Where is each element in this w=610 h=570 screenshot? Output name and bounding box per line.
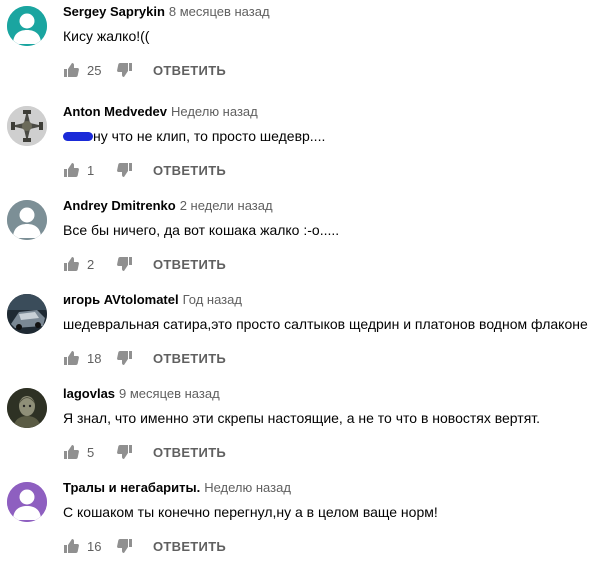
thumbs-down-icon[interactable] (117, 350, 133, 366)
comment-header: Тралы и негабариты. Неделю назад (63, 479, 291, 497)
avatar[interactable] (7, 106, 47, 146)
reply-button[interactable]: ОТВЕТИТЬ (153, 163, 226, 178)
comment-text: ну что не клип, то просто шедевр.... (93, 128, 326, 144)
thumbs-up-icon[interactable] (63, 162, 79, 178)
thumbs-down-icon[interactable] (117, 538, 133, 554)
author-name[interactable]: Anton Medvedev (63, 104, 167, 119)
like-count: 1 (87, 162, 95, 178)
comment-text: Я знал, что именно эти скрепы настоящие,… (63, 410, 541, 426)
comment-timestamp[interactable]: 2 недели назад (180, 198, 273, 213)
comment-header: Anton Medvedev Неделю назад (63, 103, 258, 121)
comment-text-wrap: ну что не клип, то просто шедевр.... (63, 126, 325, 146)
comment-actions: 16 ОТВЕТИТЬ (63, 534, 226, 558)
thumbs-up-icon[interactable] (63, 350, 79, 366)
thumbs-up-icon[interactable] (63, 538, 79, 554)
comment-actions: 25 ОТВЕТИТЬ (63, 58, 226, 82)
thumbs-down-icon[interactable] (117, 256, 133, 272)
thumbs-down-icon[interactable] (117, 162, 133, 178)
author-name[interactable]: lagovlas (63, 386, 115, 401)
author-name[interactable]: Sergey Saprykin (63, 4, 165, 19)
thumbs-down-icon[interactable] (117, 444, 133, 460)
user-silhouette-icon (7, 482, 47, 522)
author-name[interactable]: Тралы и негабариты. (63, 480, 200, 495)
redaction-mark (63, 131, 93, 141)
user-silhouette-icon (7, 200, 47, 240)
comment-timestamp[interactable]: Год назад (183, 292, 242, 307)
comment-text: Кису жалко!(( (63, 28, 150, 44)
comment-item: Тралы и негабариты. Неделю назад С кошако… (0, 476, 610, 570)
thumbs-up-icon[interactable] (63, 62, 79, 78)
comment-header: lagovlas 9 месяцев назад (63, 385, 220, 403)
comment-item: игорь AVtolomatel Год назад шедевральная … (0, 288, 610, 382)
avatar[interactable] (7, 482, 47, 522)
avatar[interactable] (7, 200, 47, 240)
reply-button[interactable]: ОТВЕТИТЬ (153, 445, 226, 460)
avatar[interactable] (7, 6, 47, 46)
comment-item: Sergey Saprykin 8 месяцев назад Кису жалк… (0, 0, 610, 94)
comment-item: Anton Medvedev Неделю назад ну что не кли… (0, 100, 610, 194)
thumbs-up-icon[interactable] (63, 444, 79, 460)
like-count: 16 (87, 538, 102, 554)
author-name[interactable]: Andrey Dmitrenko (63, 198, 176, 213)
reply-button[interactable]: ОТВЕТИТЬ (153, 63, 226, 78)
comment-header: Andrey Dmitrenko 2 недели назад (63, 197, 273, 215)
reply-button[interactable]: ОТВЕТИТЬ (153, 351, 226, 366)
like-count: 25 (87, 62, 102, 78)
comment-timestamp[interactable]: Неделю назад (171, 104, 258, 119)
avatar[interactable] (7, 388, 47, 428)
author-name[interactable]: игорь AVtolomatel (63, 292, 179, 307)
comment-actions: 2 ОТВЕТИТЬ (63, 252, 226, 276)
comment-timestamp[interactable]: 9 месяцев назад (119, 386, 220, 401)
comment-actions: 1 ОТВЕТИТЬ (63, 158, 226, 182)
like-count: 2 (87, 256, 95, 272)
comment-item: Andrey Dmitrenko 2 недели назад Все бы ни… (0, 194, 610, 288)
comment-actions: 18 ОТВЕТИТЬ (63, 346, 226, 370)
comment-text: Все бы ничего, да вот кошака жалко :-о..… (63, 222, 340, 238)
comment-header: Sergey Saprykin 8 месяцев назад (63, 3, 270, 21)
reply-button[interactable]: ОТВЕТИТЬ (153, 257, 226, 272)
comment-text: С кошаком ты конечно перегнул,ну а в цел… (63, 504, 438, 520)
character-portrait-icon (7, 388, 47, 428)
comment-actions: 5 ОТВЕТИТЬ (63, 440, 226, 464)
comment-timestamp[interactable]: Неделю назад (204, 480, 291, 495)
cross-emblem-icon (7, 106, 47, 146)
thumbs-down-icon[interactable] (117, 62, 133, 78)
like-count: 18 (87, 350, 102, 366)
like-count: 5 (87, 444, 95, 460)
avatar[interactable] (7, 294, 47, 334)
user-silhouette-icon (7, 6, 47, 46)
comment-text: шедевральная сатира,это просто салтыков … (63, 316, 588, 332)
comment-header: игорь AVtolomatel Год назад (63, 291, 242, 309)
comment-item: lagovlas 9 месяцев назад Я знал, что имен… (0, 382, 610, 476)
reply-button[interactable]: ОТВЕТИТЬ (153, 539, 226, 554)
thumbs-up-icon[interactable] (63, 256, 79, 272)
comment-timestamp[interactable]: 8 месяцев назад (169, 4, 270, 19)
vehicle-photo-icon (7, 294, 47, 334)
